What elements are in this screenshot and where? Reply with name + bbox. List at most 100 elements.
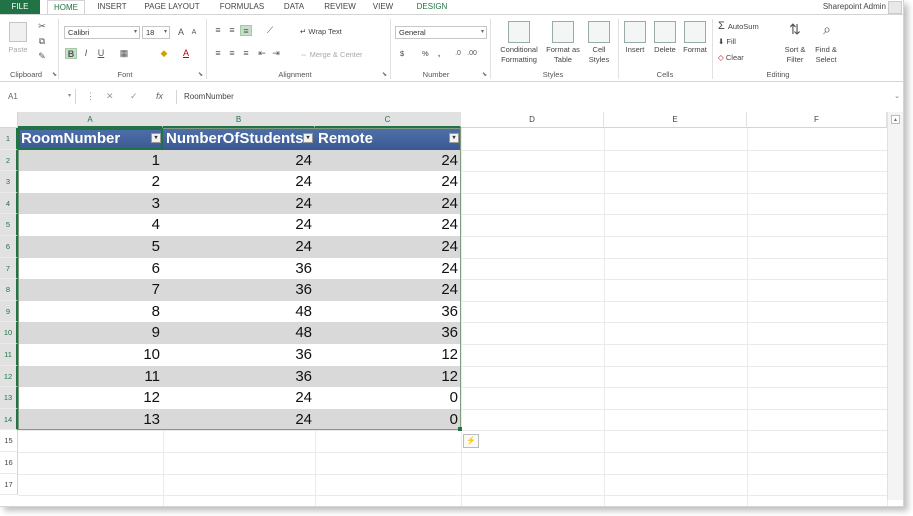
scroll-up-icon[interactable]: ▲ (891, 115, 900, 124)
table-cell[interactable]: 24 (315, 171, 461, 193)
underline-button[interactable]: U (95, 48, 107, 59)
align-top-icon[interactable]: ≡ (212, 25, 224, 36)
row-header-8[interactable]: 8 (0, 279, 18, 301)
insert-cells-icon[interactable] (624, 21, 646, 43)
font-family-select[interactable]: Calibri ▾ (64, 26, 140, 39)
row-header-17[interactable]: 17 (0, 473, 18, 496)
copy-icon[interactable]: ⧉ (36, 36, 48, 47)
table-cell[interactable]: 24 (163, 149, 315, 172)
cancel-icon[interactable]: ✕ (106, 89, 114, 104)
decrease-decimal-icon[interactable]: .00 (466, 48, 478, 59)
row-header-4[interactable]: 4 (0, 192, 18, 215)
grow-font-icon[interactable]: A (175, 27, 187, 38)
table-cell[interactable]: 2 (18, 171, 163, 193)
cell-styles-icon[interactable] (588, 21, 610, 43)
column-header-e[interactable]: E (604, 112, 747, 128)
row-header-7[interactable]: 7 (0, 257, 18, 280)
table-cell[interactable]: 8 (18, 300, 163, 323)
autosum-button[interactable]: Σ AutoSum (718, 21, 759, 32)
tab-data[interactable]: DATA (278, 0, 310, 14)
filter-dropdown-icon[interactable]: ▾ (303, 133, 313, 143)
merge-center-button[interactable]: ⇔ Merge & Center (300, 50, 363, 60)
enter-icon[interactable]: ✓ (130, 89, 138, 104)
comma-button[interactable]: , (438, 49, 440, 59)
quick-analysis-icon[interactable]: ⚡ (463, 434, 479, 449)
table-cell[interactable]: 48 (163, 322, 315, 344)
tab-design[interactable]: DESIGN (412, 0, 452, 14)
row-header-5[interactable]: 5 (0, 214, 18, 236)
format-cells-button[interactable]: Format (680, 45, 710, 55)
row-header-2[interactable]: 2 (0, 149, 18, 172)
table-header-cell[interactable]: Remote ▾ (315, 128, 461, 150)
table-cell[interactable]: 36 (163, 365, 315, 388)
worksheet-grid[interactable]: ABCDEF 1 2 3 4 5 6 7 8 9 10 11 12 13 14 15 16 17 RoomNum… (0, 112, 903, 506)
tab-insert[interactable]: INSERT (92, 0, 132, 14)
increase-decimal-icon[interactable]: .0 (452, 48, 464, 59)
shrink-font-icon[interactable]: A (188, 27, 200, 38)
decrease-indent-icon[interactable]: ⇤ (256, 48, 268, 59)
filter-dropdown-icon[interactable]: ▾ (449, 133, 459, 143)
cell-styles-button[interactable]: Cell Styles (582, 45, 616, 65)
column-header-c[interactable]: C (315, 112, 461, 128)
table-cell[interactable]: 24 (163, 192, 315, 215)
currency-button[interactable]: $ (400, 49, 404, 59)
align-bottom-icon[interactable]: ≡ (240, 25, 252, 36)
table-cell[interactable]: 5 (18, 236, 163, 258)
tab-page-layout[interactable]: PAGE LAYOUT (140, 0, 204, 14)
table-cell[interactable]: 24 (315, 257, 461, 280)
table-cell[interactable]: 12 (315, 365, 461, 388)
sort-filter-button[interactable]: Sort & Filter (778, 45, 812, 65)
row-header-1[interactable]: 1 (0, 128, 18, 150)
format-as-table-button[interactable]: Format as Table (544, 45, 582, 65)
delete-cells-icon[interactable] (654, 21, 676, 43)
table-cell[interactable]: 12 (18, 387, 163, 409)
row-header-10[interactable]: 10 (0, 322, 18, 344)
delete-cells-button[interactable]: Delete (650, 45, 680, 55)
increase-indent-icon[interactable]: ⇥ (270, 48, 282, 59)
align-middle-icon[interactable]: ≡ (226, 25, 238, 36)
table-cell[interactable]: 1 (18, 149, 163, 172)
font-launcher-icon[interactable]: ⬊ (198, 71, 203, 78)
table-cell[interactable]: 48 (163, 300, 315, 323)
table-cell[interactable]: 36 (163, 344, 315, 366)
insert-function-button[interactable]: fx (156, 89, 163, 104)
column-header-f[interactable]: F (747, 112, 887, 128)
borders-icon[interactable]: ▦ (118, 48, 130, 59)
italic-button[interactable]: I (80, 48, 92, 59)
find-select-button[interactable]: Find & Select (808, 45, 844, 65)
table-cell[interactable]: 3 (18, 192, 163, 215)
tab-file[interactable]: FILE (0, 0, 40, 14)
table-cell[interactable]: 12 (315, 344, 461, 366)
table-header-cell[interactable]: RoomNumber ▾ (18, 128, 163, 150)
filter-dropdown-icon[interactable]: ▾ (151, 133, 161, 143)
binoculars-icon[interactable]: ⌕ (816, 21, 838, 43)
table-cell[interactable]: 10 (18, 344, 163, 366)
row-header-16[interactable]: 16 (0, 452, 18, 474)
table-cell[interactable]: 4 (18, 214, 163, 236)
table-cell[interactable]: 24 (163, 214, 315, 236)
fill-button[interactable]: ⬇ Fill (718, 37, 736, 47)
table-cell[interactable]: 13 (18, 408, 163, 431)
orientation-icon[interactable]: ⟋ (264, 25, 276, 36)
format-painter-icon[interactable]: ✎ (36, 51, 48, 62)
table-cell[interactable]: 24 (163, 408, 315, 431)
fill-color-icon[interactable]: ◆ (158, 48, 170, 59)
table-cell[interactable]: 36 (315, 322, 461, 344)
table-cell[interactable]: 24 (315, 279, 461, 301)
table-cell[interactable]: 24 (163, 171, 315, 193)
clear-button[interactable]: ◇ Clear (718, 53, 744, 63)
table-cell[interactable]: 9 (18, 322, 163, 344)
bold-button[interactable]: B (65, 48, 77, 59)
table-cell[interactable]: 0 (315, 387, 461, 409)
column-header-b[interactable]: B (163, 112, 315, 128)
more-options-icon[interactable]: ⋮ (86, 89, 95, 104)
table-cell[interactable]: 7 (18, 279, 163, 301)
number-format-select[interactable]: General ▾ (395, 26, 487, 39)
table-resize-handle[interactable] (458, 427, 462, 432)
row-header-11[interactable]: 11 (0, 344, 18, 366)
cut-icon[interactable]: ✂ (36, 21, 48, 32)
row-header-9[interactable]: 9 (0, 300, 18, 323)
clipboard-launcher-icon[interactable]: ⬊ (52, 71, 57, 78)
tab-view[interactable]: VIEW (368, 0, 398, 14)
avatar[interactable] (888, 1, 902, 14)
